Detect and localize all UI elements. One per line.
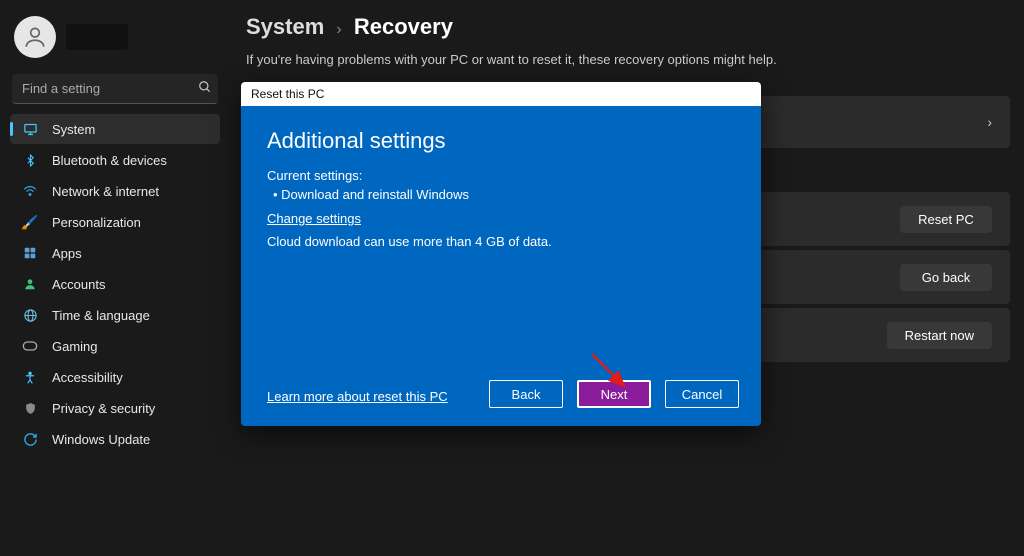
user-name-redacted [66, 24, 128, 50]
chevron-right-icon: › [987, 114, 992, 130]
avatar [14, 16, 56, 58]
sidebar-item-time-language[interactable]: Time & language [10, 300, 220, 330]
sidebar-item-network[interactable]: Network & internet [10, 176, 220, 206]
dialog-heading: Additional settings [267, 128, 735, 154]
shield-icon [22, 400, 38, 416]
change-settings-link[interactable]: Change settings [267, 211, 361, 226]
sidebar-item-apps[interactable]: Apps [10, 238, 220, 268]
accessibility-icon [22, 369, 38, 385]
cloud-download-note: Cloud download can use more than 4 GB of… [267, 234, 735, 249]
sidebar-item-label: Windows Update [52, 432, 150, 447]
breadcrumb-current: Recovery [354, 14, 453, 39]
search-input[interactable] [12, 74, 218, 104]
accounts-icon [22, 276, 38, 292]
search-field[interactable] [22, 81, 198, 96]
sidebar-item-label: Time & language [52, 308, 150, 323]
sidebar-item-label: Bluetooth & devices [52, 153, 167, 168]
breadcrumb-parent[interactable]: System [246, 14, 324, 39]
breadcrumb: System › Recovery [246, 14, 1010, 40]
wifi-icon [22, 183, 38, 199]
apps-icon [22, 245, 38, 261]
sidebar-item-label: Apps [52, 246, 82, 261]
dialog-title: Reset this PC [241, 82, 761, 106]
back-button[interactable]: Back [489, 380, 563, 408]
sidebar-item-gaming[interactable]: Gaming [10, 331, 220, 361]
restart-now-button[interactable]: Restart now [887, 322, 992, 349]
sidebar-item-label: Network & internet [52, 184, 159, 199]
globe-icon [22, 307, 38, 323]
sidebar-item-label: Accessibility [52, 370, 123, 385]
bluetooth-icon [22, 152, 38, 168]
user-profile[interactable] [8, 12, 222, 70]
learn-more-link[interactable]: Learn more about reset this PC [267, 389, 448, 404]
sidebar-item-label: System [52, 122, 95, 137]
reset-pc-dialog: Reset this PC Additional settings Curren… [241, 82, 761, 426]
sidebar-item-personalization[interactable]: 🖌️ Personalization [10, 207, 220, 237]
cancel-button[interactable]: Cancel [665, 380, 739, 408]
sidebar-item-label: Privacy & security [52, 401, 155, 416]
sidebar-item-bluetooth[interactable]: Bluetooth & devices [10, 145, 220, 175]
page-description: If you're having problems with your PC o… [246, 52, 1010, 67]
sidebar-item-label: Gaming [52, 339, 98, 354]
sidebar-item-label: Accounts [52, 277, 105, 292]
update-icon [22, 431, 38, 447]
gaming-icon [22, 338, 38, 354]
system-icon [22, 121, 38, 137]
current-settings-label: Current settings: [267, 168, 735, 183]
chevron-right-icon: › [336, 21, 341, 38]
sidebar-item-windows-update[interactable]: Windows Update [10, 424, 220, 454]
sidebar-item-label: Personalization [52, 215, 141, 230]
current-setting-item: • Download and reinstall Windows [267, 187, 735, 202]
sidebar-item-accounts[interactable]: Accounts [10, 269, 220, 299]
next-button[interactable]: Next [577, 380, 651, 408]
sidebar-item-accessibility[interactable]: Accessibility [10, 362, 220, 392]
go-back-button[interactable]: Go back [900, 264, 992, 291]
reset-pc-button[interactable]: Reset PC [900, 206, 992, 233]
brush-icon: 🖌️ [22, 214, 38, 230]
sidebar-item-system[interactable]: System [10, 114, 220, 144]
search-icon [198, 80, 212, 97]
sidebar-item-privacy[interactable]: Privacy & security [10, 393, 220, 423]
